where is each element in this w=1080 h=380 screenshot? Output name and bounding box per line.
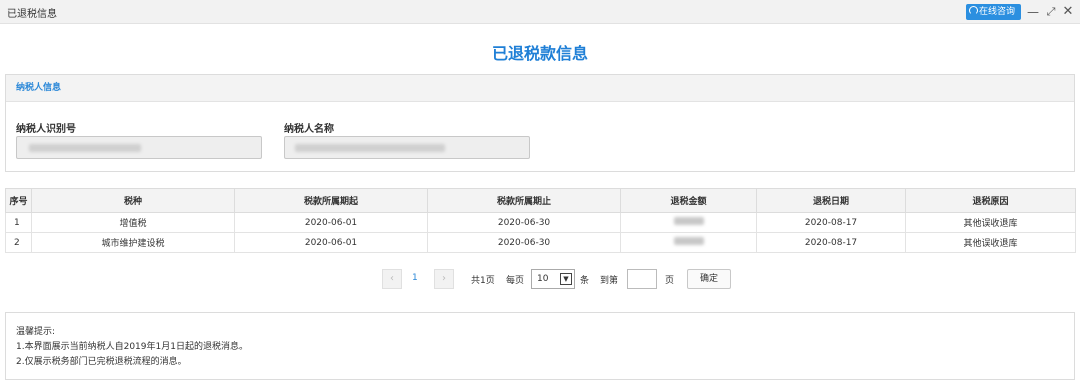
goto-page-input[interactable] [627,269,657,289]
taxpayer-id-label: 纳税人识别号 [16,124,76,135]
goto-label: 到第 [600,276,619,286]
row-tax-type: 城市维护建设税 [31,232,235,253]
column-header: 退税金额 [620,188,757,213]
taxpayer-info-panel: 纳税人信息 纳税人识别号 纳税人名称 [5,74,1075,172]
window-titlebar: 已退税信息 在线咨询 — ⤢ ✕ [0,0,1080,24]
taxpayer-name-field [284,136,530,159]
per-page-select[interactable]: 10 ▼ [531,269,575,289]
row-refund-amount [620,232,757,253]
goto-unit: 页 [665,276,675,286]
row-seq: 2 [5,232,32,253]
row-refund-date: 2020-08-17 [756,232,906,253]
minimize-icon[interactable]: — [1026,3,1040,21]
tips-line: 2.仅展示税务部门已完税退税流程的消息。 [16,357,187,367]
tips-panel: 温馨提示: 1.本界面展示当前纳税人自2019年1月1日起的退税消息。 2.仅展… [5,312,1075,380]
column-header: 退税日期 [756,188,906,213]
row-period-start: 2020-06-01 [234,212,428,233]
headset-icon [969,6,978,15]
redacted-amount [673,217,704,225]
per-page-value: 10 [537,274,549,284]
redacted-amount [673,237,704,245]
row-period-start: 2020-06-01 [234,232,428,253]
row-period-end: 2020-06-30 [427,212,621,233]
row-seq: 1 [5,212,32,233]
taxpayer-name-label: 纳税人名称 [284,124,334,135]
table-row[interactable]: 1 增值税 2020-06-01 2020-06-30 2020-08-17 其… [5,212,1076,233]
chevron-down-icon: ▼ [560,273,572,285]
row-reason: 其他误收退库 [905,212,1076,233]
current-page-number[interactable]: 1 [412,273,418,283]
row-tax-type: 增值税 [31,212,235,233]
taxpayer-id-field [16,136,262,159]
tips-line: 1.本界面展示当前纳税人自2019年1月1日起的退税消息。 [16,342,248,352]
row-refund-date: 2020-08-17 [756,212,906,233]
online-consult-label: 在线咨询 [979,7,1016,17]
next-page-button[interactable]: › [434,269,454,289]
maximize-icon[interactable]: ⤢ [1044,3,1058,21]
per-page-unit: 条 [580,276,590,286]
table-header-row: 序号 税种 税款所属期起 税款所属期止 退税金额 退税日期 退税原因 [5,188,1076,213]
column-header: 税款所属期起 [234,188,428,213]
per-page-label: 每页 [506,276,525,286]
close-icon[interactable]: ✕ [1061,3,1075,21]
page-title: 已退税款信息 [491,44,588,63]
column-header: 退税原因 [905,188,1076,213]
window-title: 已退税信息 [7,9,57,20]
tips-title: 温馨提示: [16,327,56,337]
refund-table: 序号 税种 税款所属期起 税款所属期止 退税金额 退税日期 退税原因 1 增值税… [5,188,1076,253]
pagination: ‹ 1 › 共1页 每页 10 ▼ 条 到第 页 确定 [0,268,1080,290]
row-refund-amount [620,212,757,233]
column-header: 税种 [31,188,235,213]
row-reason: 其他误收退库 [905,232,1076,253]
column-header: 税款所属期止 [427,188,621,213]
prev-page-button[interactable]: ‹ [382,269,402,289]
column-header: 序号 [5,188,32,213]
taxpayer-section-title: 纳税人信息 [6,75,1074,102]
online-consult-button[interactable]: 在线咨询 [966,4,1021,20]
goto-confirm-button[interactable]: 确定 [687,269,731,289]
total-pages: 共1页 [471,276,495,286]
row-period-end: 2020-06-30 [427,232,621,253]
table-row[interactable]: 2 城市维护建设税 2020-06-01 2020-06-30 2020-08-… [5,232,1076,253]
